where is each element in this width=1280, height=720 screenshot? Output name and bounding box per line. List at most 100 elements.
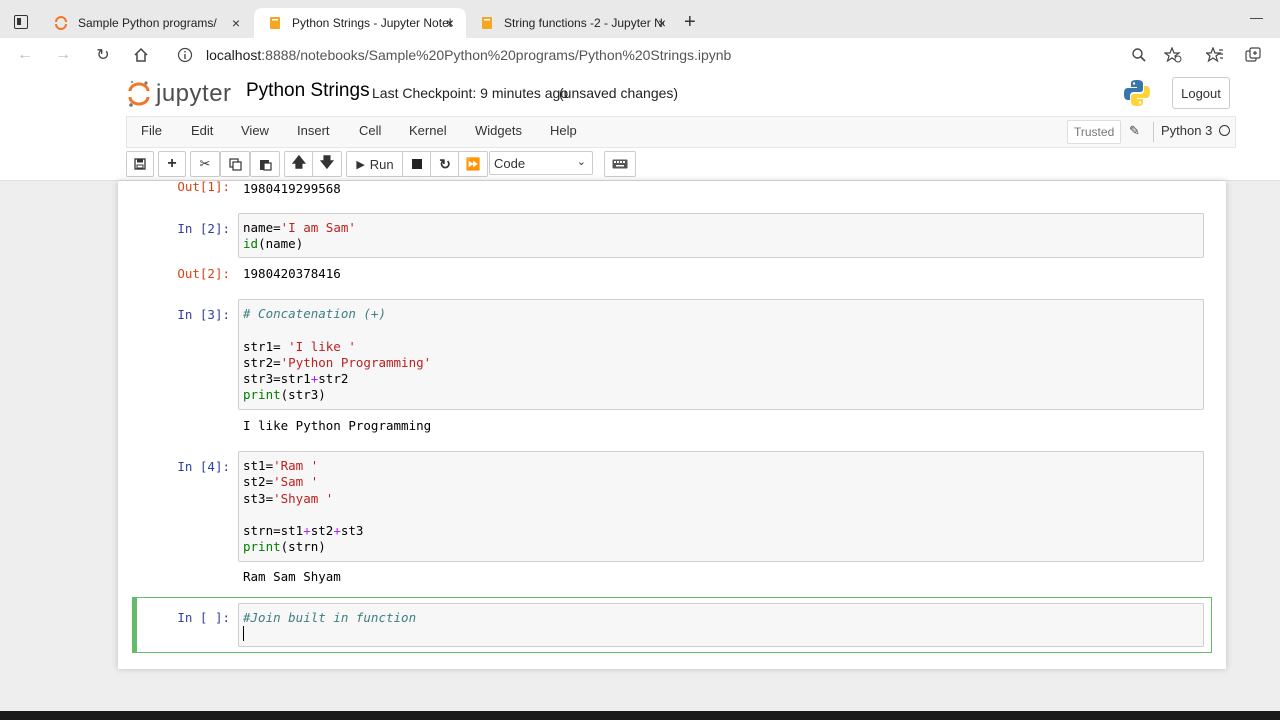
cell-output: I like Python Programming [243,418,432,433]
plus-icon: + [167,155,177,172]
forward-arrow-icon[interactable]: → [52,44,74,66]
cell-output: Ram Sam Shyam [243,569,341,584]
jupyter-logo-text: jupyter [156,80,232,107]
kernel-divider [1153,122,1154,142]
arrow-down-icon: 🡇 [319,154,335,170]
book-favicon-icon [480,16,494,30]
jupyter-logo[interactable]: jupyter [128,76,232,112]
notebook-area: Out[1]: 1980419299568 In [2]: name='I am… [0,179,1280,711]
reload-icon[interactable]: ↻ [92,44,114,66]
cell-output: 1980419299568 [243,181,341,196]
code-cell-input[interactable]: st1='Ram ' st2='Sam ' st3='Shyam ' strn=… [238,451,1204,562]
notebook-menubar: File Edit View Insert Cell Kernel Widget… [126,116,1236,148]
code-editor[interactable]: # Concatenation (+) str1= 'I like ' str2… [239,300,1203,410]
jupyter-favicon-icon [54,16,68,30]
zoom-icon[interactable] [1128,44,1150,66]
url-host: localhost [206,47,262,63]
move-cell-up-button[interactable]: 🡅 [284,151,314,177]
arrow-up-icon: 🡅 [291,154,307,170]
notebook-toolbar: + ✂ 🡅 🡇 ▶ Run ↻ ⏩ Code ⌄ [0,148,1280,181]
move-cell-down-button[interactable]: 🡇 [312,151,342,177]
run-label: Run [369,156,394,172]
pencil-icon[interactable]: ✎ [1129,123,1140,139]
copy-icon [228,157,242,171]
interrupt-kernel-button[interactable] [402,151,432,177]
code-cell-input[interactable]: name='I am Sam' id(name) [238,213,1204,258]
chevron-down-icon: ⌄ [576,156,586,168]
restart-run-all-button[interactable]: ⏩ [458,151,488,177]
checkpoint-status: Last Checkpoint: 9 minutes ago [372,85,569,101]
collections-icon[interactable] [1242,44,1264,66]
kernel-name: Python 3 [1161,123,1213,138]
input-prompt: In [2]: [177,221,230,236]
output-prompt: Out[2]: [177,266,230,281]
play-icon: ▶ [356,158,365,171]
site-info-icon[interactable] [174,44,196,66]
notebook-container: Out[1]: 1980419299568 In [2]: name='I am… [118,179,1226,669]
browser-nav-bar: ← → ↻ localhost:8888/notebooks/Sample%20… [0,38,1280,73]
run-button[interactable]: ▶ Run [346,151,404,177]
code-editor[interactable]: st1='Ram ' st2='Sam ' st3='Shyam ' strn=… [239,452,1203,562]
code-editor[interactable]: #Join built in function [239,604,1203,649]
cell-type-select[interactable]: Code ⌄ [489,151,593,175]
menu-cell[interactable]: Cell [359,123,381,138]
restart-kernel-button[interactable]: ↻ [430,151,460,177]
address-bar[interactable]: localhost:8888/notebooks/Sample%20Python… [206,40,1086,70]
taskbar-strip [0,711,1280,720]
tab-actions-icon[interactable] [14,15,28,29]
copy-cell-button[interactable] [220,151,250,177]
menu-file[interactable]: File [141,123,162,138]
stop-icon [412,159,422,169]
favorite-add-icon[interactable] [1162,44,1184,66]
logout-button[interactable]: Logout [1172,77,1230,109]
save-button[interactable] [126,151,154,177]
tab-title: Sample Python programs/ [78,16,217,30]
input-prompt: In [3]: [177,307,230,322]
favorites-icon[interactable] [1204,44,1226,66]
back-arrow-icon[interactable]: ← [14,44,36,66]
kernel-idle-indicator-icon [1219,125,1230,136]
fast-forward-icon: ⏩ [465,157,481,171]
book-favicon-icon [268,16,282,30]
jupyter-header: jupyter Python Strings Last Checkpoint: … [0,72,1280,116]
scissors-icon: ✂ [199,156,211,171]
keyboard-icon [612,159,628,169]
menu-widgets[interactable]: Widgets [475,123,522,138]
browser-tab-sample-programs[interactable]: Sample Python programs/ × [40,8,252,38]
menu-view[interactable]: View [241,123,269,138]
jupyter-logo-icon [128,80,150,107]
autosave-status: (unsaved changes) [559,85,679,101]
home-icon[interactable] [130,44,152,66]
cell-type-value: Code [494,155,526,171]
cell-output: 1980420378416 [243,266,341,281]
tab-title: Python Strings - Jupyter Notebook [292,16,452,30]
input-prompt: In [4]: [177,459,230,474]
command-palette-button[interactable] [604,151,636,177]
code-editor[interactable]: name='I am Sam' id(name) [239,214,1203,259]
code-cell-input[interactable]: #Join built in function [238,603,1204,647]
insert-cell-button[interactable]: + [158,151,186,177]
menu-insert[interactable]: Insert [297,123,330,138]
minimize-button[interactable]: — [1250,10,1263,25]
save-icon [134,158,146,170]
menu-edit[interactable]: Edit [191,123,213,138]
menu-help[interactable]: Help [550,123,577,138]
tab-title: String functions -2 - Jupyter Notebook [504,16,664,30]
menu-kernel[interactable]: Kernel [409,123,447,138]
new-tab-button[interactable]: + [684,11,696,34]
input-prompt: In [ ]: [177,610,230,625]
notebook-title[interactable]: Python Strings [246,80,370,102]
restart-icon: ↻ [439,155,451,172]
close-tab-icon[interactable]: × [232,15,240,31]
paste-cell-button[interactable] [250,151,280,177]
trusted-indicator[interactable]: Trusted [1067,120,1122,144]
python-logo-icon [1124,80,1150,106]
url-path: :8888/notebooks/Sample%20Python%20progra… [261,47,732,63]
output-prompt: Out[1]: [177,179,230,194]
close-tab-icon[interactable]: × [446,15,454,31]
browser-tab-python-strings[interactable]: Python Strings - Jupyter Notebook × [254,8,466,38]
code-cell-input[interactable]: # Concatenation (+) str1= 'I like ' str2… [238,299,1204,410]
browser-tab-string-functions[interactable]: String functions -2 - Jupyter Notebook × [466,8,678,38]
close-tab-icon[interactable]: × [658,15,666,31]
cut-cell-button[interactable]: ✂ [190,151,220,177]
